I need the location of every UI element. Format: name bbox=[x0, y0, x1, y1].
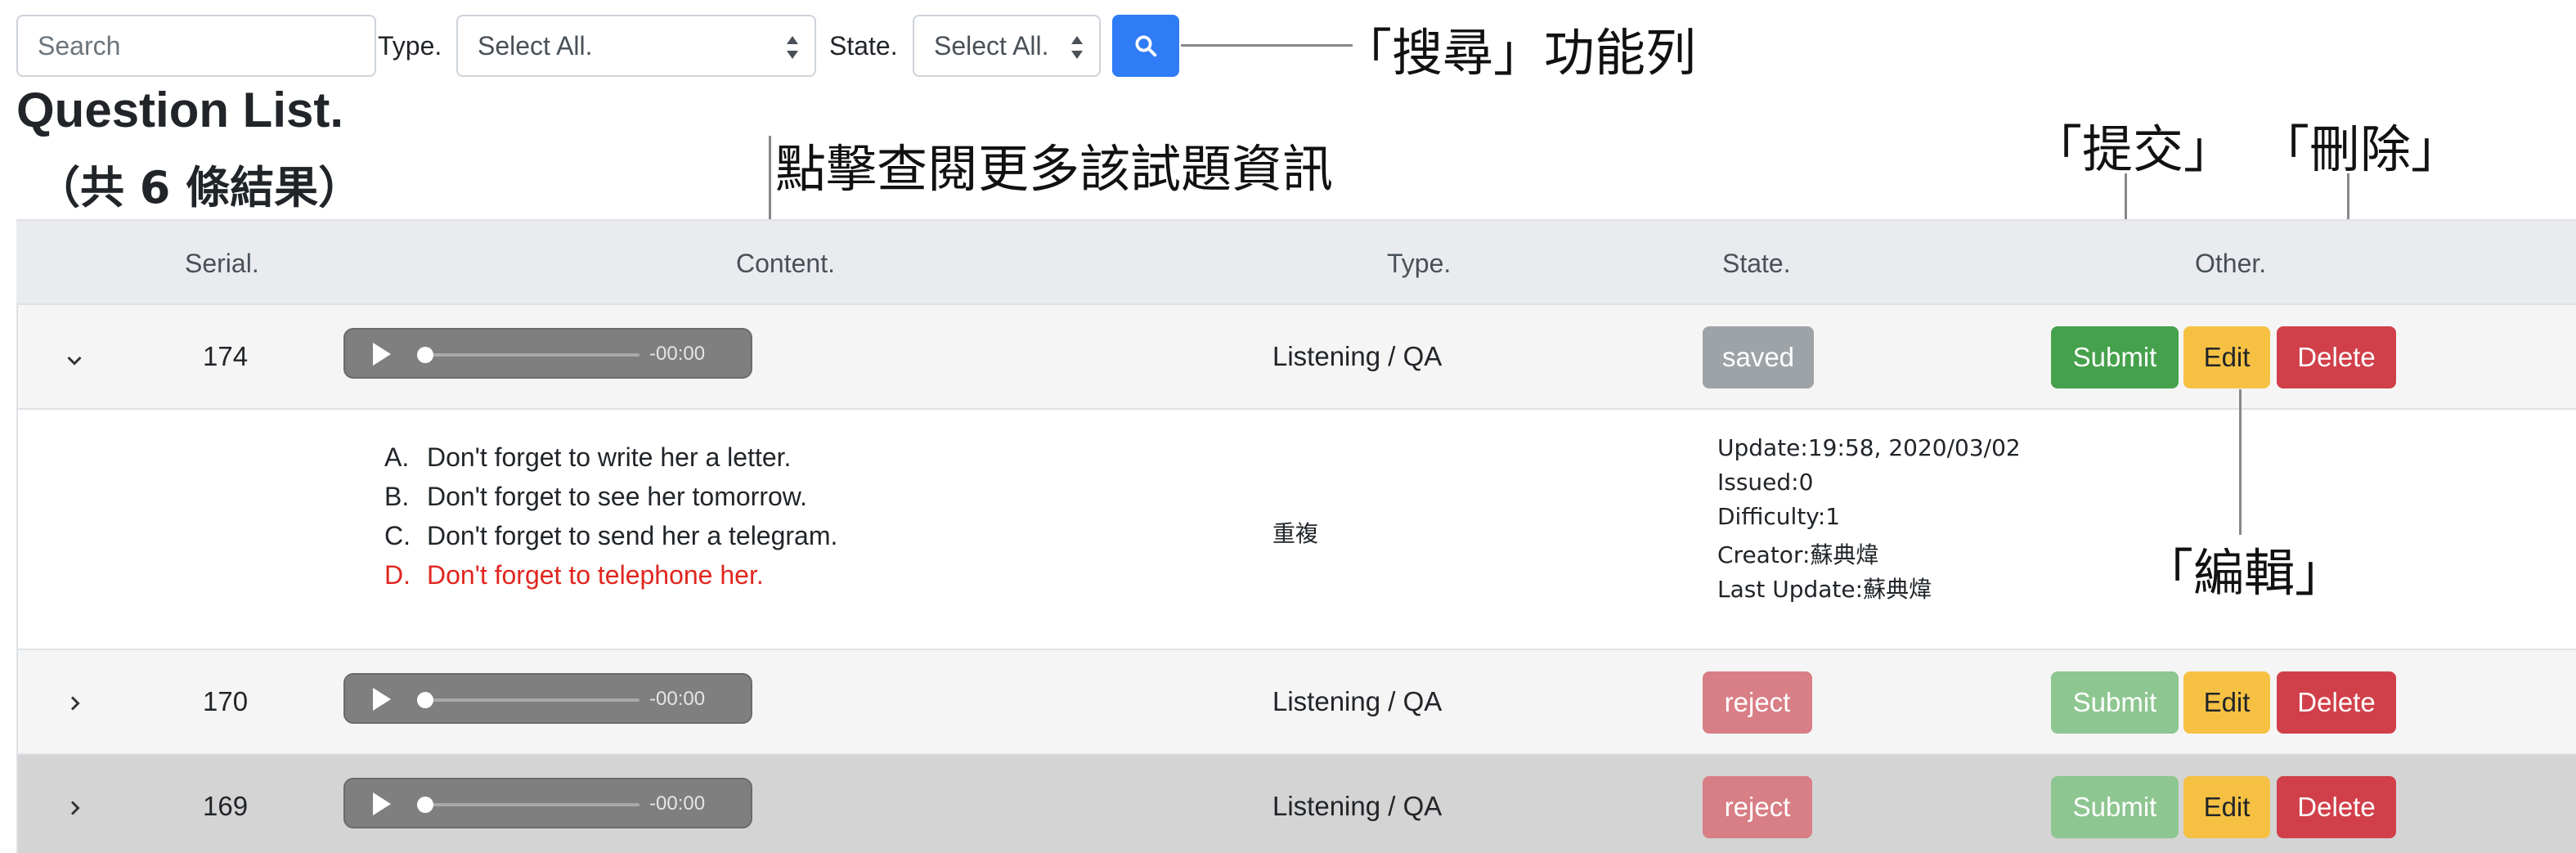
header-type: Type. bbox=[1387, 249, 1452, 278]
type-cell: Listening / QA bbox=[1272, 341, 1443, 371]
edit-button[interactable]: Edit bbox=[2183, 776, 2270, 838]
annotation-view-more: 點擊查閱更多該試題資訊 bbox=[775, 139, 1334, 199]
type-filter-label: Type. bbox=[378, 31, 442, 61]
submit-button[interactable]: Submit bbox=[2051, 326, 2179, 388]
table-row[interactable]: 169 -00:00 Listening / QA reject Submit … bbox=[16, 755, 2576, 853]
type-select-value: Select All. bbox=[478, 30, 593, 61]
annotation-search-bar: 「搜尋」功能列 bbox=[1341, 23, 1697, 83]
play-icon[interactable] bbox=[373, 343, 391, 366]
table-header: Serial. Content. Type. State. Other. bbox=[16, 219, 2576, 305]
header-state: State. bbox=[1722, 249, 1791, 278]
edit-button[interactable]: Edit bbox=[2183, 671, 2270, 734]
search-button[interactable] bbox=[1112, 15, 1179, 77]
header-content: Content. bbox=[736, 249, 835, 278]
answer-option: B. Don't forget to see her tomorrow. bbox=[384, 482, 807, 511]
delete-button[interactable]: Delete bbox=[2277, 671, 2396, 734]
audio-player[interactable]: -00:00 bbox=[343, 673, 752, 724]
audio-progress-track[interactable] bbox=[425, 698, 640, 702]
chevron-right-icon[interactable] bbox=[62, 691, 87, 716]
audio-progress-handle[interactable] bbox=[417, 692, 433, 708]
delete-button[interactable]: Delete bbox=[2277, 326, 2396, 388]
search-icon bbox=[1135, 35, 1157, 57]
status-badge: reject bbox=[1703, 671, 1812, 734]
audio-progress-track[interactable] bbox=[425, 353, 640, 357]
chevron-down-icon[interactable] bbox=[62, 348, 87, 372]
delete-button[interactable]: Delete bbox=[2277, 776, 2396, 838]
serial-cell: 170 bbox=[203, 686, 249, 716]
meta-update: Update:19:58, 2020/03/02 bbox=[1717, 434, 2021, 461]
header-other: Other. bbox=[2195, 249, 2267, 278]
page-title: Question List. bbox=[16, 83, 344, 137]
correct-answer-option: D. Don't forget to telephone her. bbox=[384, 560, 764, 590]
question-tag: 重複 bbox=[1272, 520, 1319, 547]
meta-last-update: Last Update:蘇典煒 bbox=[1717, 576, 1932, 603]
annotation-edit: 「編輯」 bbox=[2143, 543, 2346, 603]
play-icon[interactable] bbox=[373, 688, 391, 711]
annotation-line bbox=[1181, 44, 1353, 47]
state-select[interactable]: Select All. bbox=[913, 15, 1101, 77]
table-row[interactable]: 170 -00:00 Listening / QA reject Submit … bbox=[16, 650, 2576, 755]
meta-creator: Creator:蘇典煒 bbox=[1717, 541, 1879, 568]
annotation-submit: 「提交」 bbox=[2031, 119, 2235, 179]
audio-progress-handle[interactable] bbox=[417, 347, 433, 363]
annotation-delete: 「刪除」 bbox=[2259, 119, 2462, 179]
result-count: （共 6 條結果） bbox=[36, 162, 363, 213]
select-caret-icon bbox=[787, 36, 798, 59]
answer-option: A. Don't forget to write her a letter. bbox=[384, 442, 792, 472]
state-filter-label: State. bbox=[829, 31, 898, 61]
annotation-line bbox=[2239, 389, 2242, 535]
audio-time: -00:00 bbox=[649, 792, 706, 815]
question-detail-row: A. Don't forget to write her a letter. B.… bbox=[16, 410, 2576, 650]
type-cell: Listening / QA bbox=[1272, 686, 1443, 716]
select-caret-icon bbox=[1071, 36, 1083, 59]
serial-cell: 174 bbox=[203, 341, 249, 371]
table-row[interactable]: 174 -00:00 Listening / QA saved Submit E… bbox=[16, 305, 2576, 410]
play-icon[interactable] bbox=[373, 792, 391, 815]
audio-time: -00:00 bbox=[649, 688, 706, 710]
state-select-value: Select All. bbox=[934, 30, 1049, 61]
type-cell: Listening / QA bbox=[1272, 791, 1443, 821]
submit-button[interactable]: Submit bbox=[2051, 671, 2179, 734]
audio-time: -00:00 bbox=[649, 343, 706, 365]
type-select[interactable]: Select All. bbox=[456, 15, 816, 77]
audio-progress-handle[interactable] bbox=[417, 797, 433, 813]
header-serial: Serial. bbox=[185, 249, 259, 278]
meta-issued: Issued:0 bbox=[1717, 469, 1814, 496]
chevron-right-icon[interactable] bbox=[62, 796, 87, 820]
serial-cell: 169 bbox=[203, 791, 249, 821]
search-input[interactable]: Search bbox=[16, 15, 376, 77]
meta-difficulty: Difficulty:1 bbox=[1717, 503, 1841, 530]
status-badge: saved bbox=[1703, 326, 1814, 388]
status-badge: reject bbox=[1703, 776, 1812, 838]
edit-button[interactable]: Edit bbox=[2183, 326, 2270, 388]
audio-player[interactable]: -00:00 bbox=[343, 328, 752, 379]
audio-player[interactable]: -00:00 bbox=[343, 778, 752, 828]
submit-button[interactable]: Submit bbox=[2051, 776, 2179, 838]
answer-option: C. Don't forget to send her a telegram. bbox=[384, 521, 838, 550]
audio-progress-track[interactable] bbox=[425, 803, 640, 806]
